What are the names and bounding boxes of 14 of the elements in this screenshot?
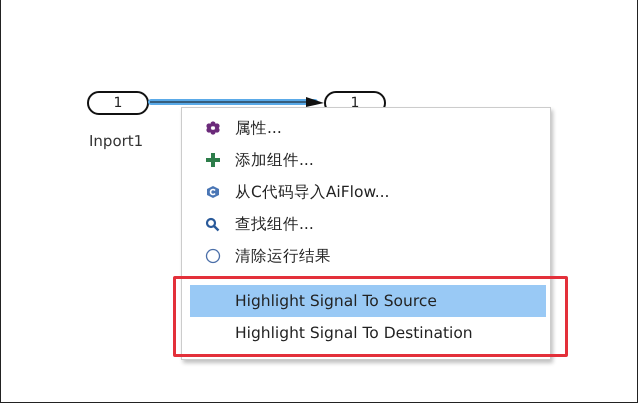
menu-item[interactable]: 查找组件... [190, 208, 546, 240]
block-name: Inport1 [89, 132, 144, 150]
menu-item[interactable]: 清除运行结果 [190, 240, 546, 272]
flower-icon [206, 121, 220, 135]
menu-item[interactable]: Highlight Signal To Source [190, 285, 546, 317]
menu-item[interactable]: 从C代码导入AiFlow... [190, 176, 546, 208]
signal-line[interactable] [148, 97, 324, 109]
circle-icon [204, 248, 220, 264]
menu-item[interactable]: 添加组件... [190, 144, 546, 176]
menu-item[interactable]: 属性... [190, 112, 546, 144]
search-icon [205, 216, 220, 232]
plus-icon [204, 152, 220, 168]
inport-block[interactable]: 1 [87, 91, 149, 115]
menu-item[interactable]: Highlight Signal To Destination [190, 317, 546, 349]
